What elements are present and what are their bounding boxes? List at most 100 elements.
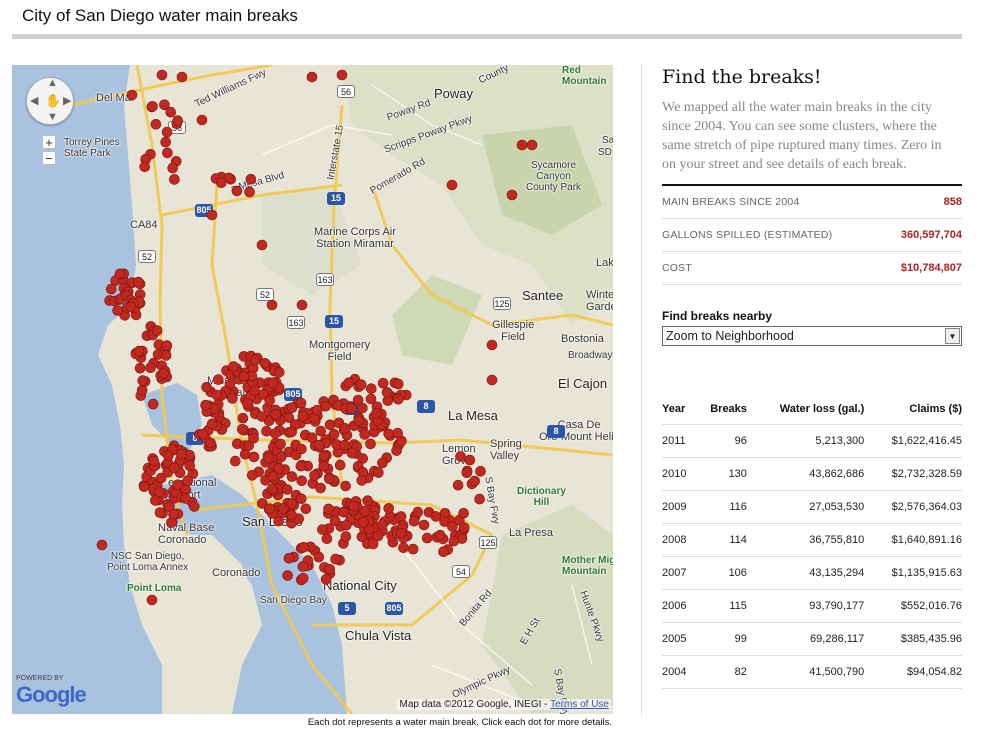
break-dot[interactable] <box>297 410 309 422</box>
break-dot[interactable] <box>430 511 442 522</box>
break-dot[interactable] <box>336 69 348 81</box>
break-dot[interactable] <box>147 101 158 112</box>
break-dot[interactable] <box>355 379 367 391</box>
map-canvas[interactable]: Del Mar Poway Torrey Pines State Park Re… <box>12 65 613 714</box>
break-dot[interactable] <box>286 471 298 482</box>
break-dot[interactable] <box>320 400 331 412</box>
break-dot[interactable] <box>154 486 165 498</box>
break-dot[interactable] <box>377 457 388 469</box>
break-dot[interactable] <box>263 452 275 464</box>
break-dot[interactable] <box>168 462 180 474</box>
break-dot[interactable] <box>137 375 148 386</box>
break-dot[interactable] <box>176 71 188 83</box>
break-dot[interactable] <box>418 519 430 531</box>
break-dot[interactable] <box>383 503 395 514</box>
break-dot[interactable] <box>321 533 333 545</box>
break-dot[interactable] <box>324 563 336 575</box>
break-dot[interactable] <box>395 527 407 539</box>
break-dot[interactable] <box>296 299 308 311</box>
break-dot[interactable] <box>267 377 278 389</box>
break-dot[interactable] <box>526 139 538 151</box>
break-dot[interactable] <box>338 506 350 518</box>
break-dot[interactable] <box>286 498 297 509</box>
break-dot[interactable] <box>266 299 278 311</box>
break-dot[interactable] <box>261 425 272 437</box>
break-dot[interactable] <box>125 301 137 313</box>
break-dot[interactable] <box>298 541 309 553</box>
break-dot[interactable] <box>323 473 335 485</box>
break-dot[interactable] <box>452 479 464 491</box>
break-dot[interactable] <box>352 394 364 406</box>
break-dot[interactable] <box>126 89 138 101</box>
break-dot[interactable] <box>282 570 293 581</box>
break-dot[interactable] <box>328 428 340 440</box>
break-dot[interactable] <box>96 539 108 551</box>
break-dot[interactable] <box>158 368 169 379</box>
break-dot[interactable] <box>154 507 166 518</box>
break-dot[interactable] <box>365 383 377 395</box>
break-dot[interactable] <box>313 551 325 563</box>
break-dot[interactable] <box>249 355 261 366</box>
break-dot[interactable] <box>147 398 159 410</box>
break-dot[interactable] <box>323 503 334 515</box>
break-dot[interactable] <box>362 495 374 507</box>
break-dot[interactable] <box>469 475 481 487</box>
break-dot[interactable] <box>353 415 365 427</box>
zoom-in-button[interactable]: + <box>42 135 56 149</box>
break-dot[interactable] <box>200 399 211 411</box>
break-dot[interactable] <box>238 370 250 382</box>
break-dot[interactable] <box>475 465 486 477</box>
break-dot[interactable] <box>318 450 330 462</box>
break-dot[interactable] <box>106 283 117 295</box>
neighborhood-select[interactable]: Zoom to Neighborhood ▼ <box>662 326 962 346</box>
break-dot[interactable] <box>412 506 424 518</box>
break-dot[interactable] <box>206 418 218 430</box>
break-dot[interactable] <box>334 459 346 471</box>
break-dot[interactable] <box>358 517 369 528</box>
break-dot[interactable] <box>339 439 351 451</box>
break-dot[interactable] <box>267 471 279 482</box>
break-dot[interactable] <box>150 118 162 130</box>
break-dot[interactable] <box>180 493 191 504</box>
break-dot[interactable] <box>486 339 498 351</box>
break-dot[interactable] <box>256 411 268 422</box>
break-dot[interactable] <box>486 374 498 386</box>
break-dot[interactable] <box>317 524 328 535</box>
break-dot[interactable] <box>365 438 376 450</box>
break-dot[interactable] <box>133 345 145 357</box>
break-dot[interactable] <box>407 543 419 555</box>
break-dot[interactable] <box>309 470 320 481</box>
break-dot[interactable] <box>306 71 318 83</box>
break-dot[interactable] <box>448 535 460 547</box>
break-dot[interactable] <box>340 531 352 542</box>
break-dot[interactable] <box>506 189 518 201</box>
break-dot[interactable] <box>383 428 395 440</box>
break-dot[interactable] <box>172 115 183 127</box>
break-dot[interactable] <box>356 475 368 486</box>
break-dot[interactable] <box>205 437 217 449</box>
break-dot[interactable] <box>296 443 307 455</box>
break-dot[interactable] <box>264 395 276 406</box>
break-dot[interactable] <box>339 422 351 434</box>
break-dot[interactable] <box>367 538 379 550</box>
break-dot[interactable] <box>295 397 307 409</box>
break-dot[interactable] <box>365 393 377 405</box>
break-dot[interactable] <box>283 552 295 564</box>
break-dot[interactable] <box>165 106 176 118</box>
break-dot[interactable] <box>398 542 409 554</box>
break-dot[interactable] <box>395 511 407 522</box>
break-dot[interactable] <box>273 366 285 378</box>
break-dot[interactable] <box>330 553 341 565</box>
break-dot[interactable] <box>275 438 286 450</box>
break-dot[interactable] <box>295 460 307 472</box>
break-dot[interactable] <box>329 515 341 527</box>
break-dot[interactable] <box>324 419 336 431</box>
break-dots-layer[interactable] <box>12 65 613 714</box>
break-dot[interactable] <box>377 519 388 530</box>
break-dot[interactable] <box>213 374 224 385</box>
break-dot[interactable] <box>114 268 126 280</box>
break-dot[interactable] <box>461 467 473 479</box>
break-dot[interactable] <box>136 384 148 396</box>
pan-down-icon[interactable]: ▼ <box>47 111 58 123</box>
break-dot[interactable] <box>300 503 312 515</box>
